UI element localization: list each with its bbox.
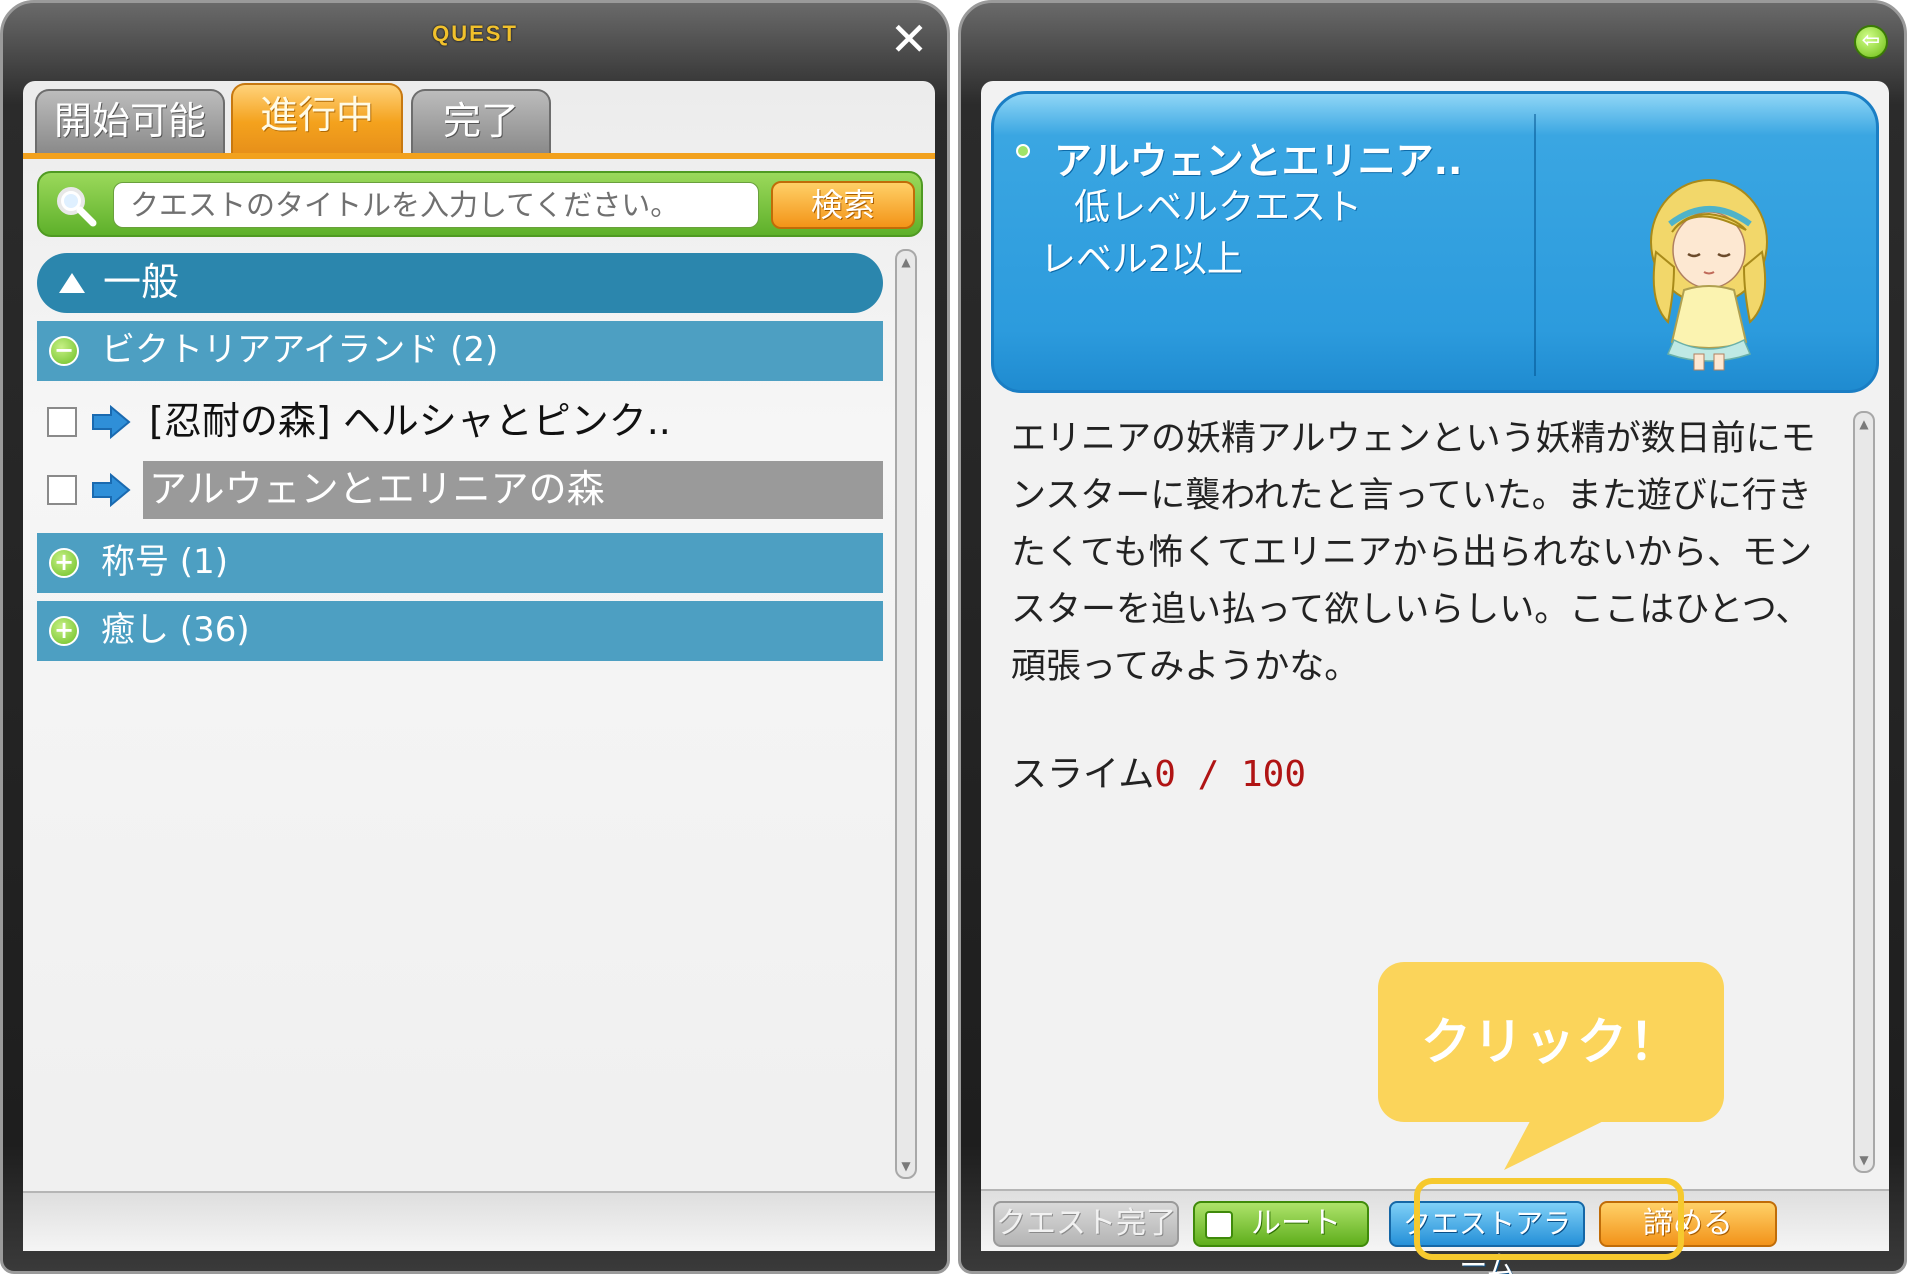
quest-header-card: アルウェンとエリニア.. 低レベルクエスト レベル2以上 xyxy=(991,91,1879,393)
header-divider xyxy=(1534,114,1536,376)
tab-completed[interactable]: 完了 xyxy=(411,89,551,153)
quest-list-window: QUEST ✕ 開始可能 進行中 完了 検索 一般 − ビクトリアアイ xyxy=(0,0,950,1274)
quest-title: [忍耐の森] ヘルシャとピンク.. xyxy=(149,399,671,443)
search-input[interactable] xyxy=(113,182,759,228)
category-titles[interactable]: + 称号 (1) xyxy=(37,533,883,593)
quest-list-body: 開始可能 進行中 完了 検索 一般 − ビクトリアアイランド (2) xyxy=(23,81,935,1251)
route-button[interactable]: ルート xyxy=(1193,1201,1369,1247)
scroll-down-icon[interactable]: ▼ xyxy=(899,1159,913,1173)
category-victoria-island[interactable]: − ビクトリアアイランド (2) xyxy=(37,321,883,381)
close-icon[interactable]: ✕ xyxy=(889,16,929,62)
quest-progress: スライム0 / 100 xyxy=(1011,745,1306,797)
arrow-right-icon xyxy=(92,473,131,507)
list-item-selected[interactable]: アルウェンとエリニアの森 xyxy=(37,457,883,519)
window-title: QUEST xyxy=(432,21,518,46)
quest-title: アルウェンとエリニアの森 xyxy=(143,461,883,519)
collapse-arrow-icon xyxy=(59,273,85,293)
scroll-down-icon[interactable]: ▼ xyxy=(1857,1153,1871,1167)
scroll-up-icon[interactable]: ▲ xyxy=(899,255,913,269)
arrow-right-icon xyxy=(92,405,131,439)
detail-scrollbar[interactable]: ▲ ▼ xyxy=(1853,411,1875,1173)
back-icon[interactable]: ⇦ xyxy=(1854,25,1888,59)
highlight-ring xyxy=(1414,1178,1684,1260)
expand-plus-icon[interactable]: + xyxy=(49,616,79,646)
category-general[interactable]: 一般 xyxy=(37,253,883,313)
category-general-label: 一般 xyxy=(103,260,180,304)
search-bar: 検索 xyxy=(37,171,923,237)
scroll-up-icon[interactable]: ▲ xyxy=(1857,417,1871,431)
npc-fairy-portrait-icon xyxy=(1650,179,1768,371)
progress-count: 0 / 100 xyxy=(1154,754,1306,795)
route-icon xyxy=(1205,1211,1233,1239)
search-button[interactable]: 検索 xyxy=(771,181,915,229)
category-label: 癒し (36) xyxy=(101,610,250,650)
quest-checkbox[interactable] xyxy=(47,475,77,505)
list-item[interactable]: [忍耐の森] ヘルシャとピンク.. xyxy=(37,389,883,451)
callout-bubble: クリック！ xyxy=(1378,962,1724,1122)
quest-description: エリニアの妖精アルウェンという妖精が数日前にモンスターに襲われたと言っていた。ま… xyxy=(1011,419,1816,687)
route-label: ルート xyxy=(1251,1206,1341,1241)
tab-available[interactable]: 開始可能 xyxy=(35,89,225,153)
quest-checkbox[interactable] xyxy=(47,407,77,437)
progress-target: スライム xyxy=(1011,754,1155,795)
collapse-minus-icon[interactable]: − xyxy=(49,336,79,366)
category-label: 称号 (1) xyxy=(101,542,228,582)
list-footer xyxy=(23,1191,935,1251)
list-scrollbar[interactable]: ▲ ▼ xyxy=(895,249,917,1179)
quest-type: 低レベルクエスト xyxy=(1074,187,1363,228)
complete-quest-button[interactable]: クエスト完了 xyxy=(993,1201,1179,1247)
status-dot-icon xyxy=(1016,144,1030,158)
quest-category-list: 一般 − ビクトリアアイランド (2) [忍耐の森] ヘルシャとピンク.. アル… xyxy=(37,249,883,1219)
category-label: ビクトリアアイランド (2) xyxy=(101,330,499,370)
expand-plus-icon[interactable]: + xyxy=(49,548,79,578)
quest-name: アルウェンとエリニア.. xyxy=(1054,139,1463,183)
tab-in-progress[interactable]: 進行中 xyxy=(231,83,403,153)
callout-text: クリック！ xyxy=(1421,1013,1681,1071)
search-icon xyxy=(57,187,97,227)
tab-underline xyxy=(23,153,935,159)
level-requirement: レベル2以上 xyxy=(1040,239,1243,280)
category-healing[interactable]: + 癒し (36) xyxy=(37,601,883,661)
